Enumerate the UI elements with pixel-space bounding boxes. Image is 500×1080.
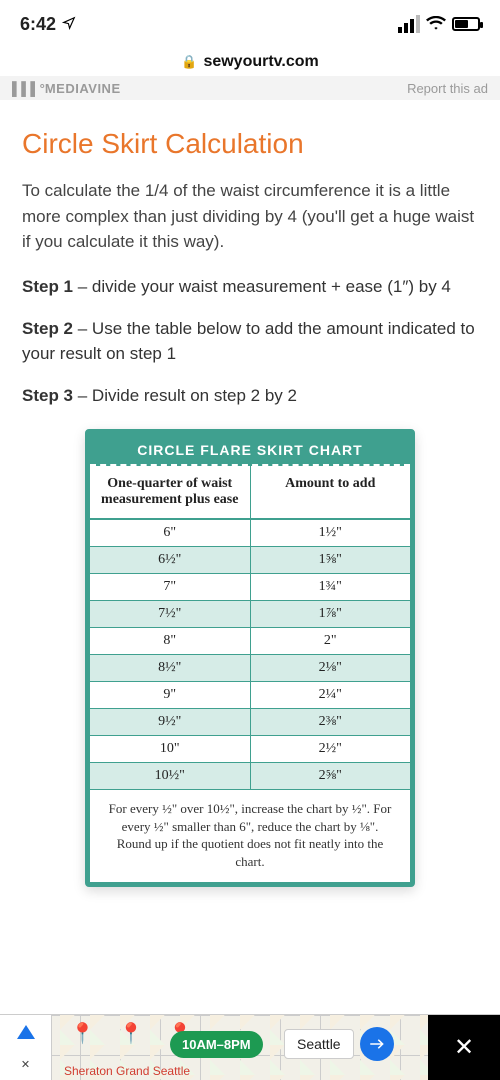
- cell-add: 2": [251, 628, 411, 655]
- cell-add: 1½": [251, 520, 411, 547]
- ad-close-icon[interactable]: ✕: [21, 1058, 30, 1071]
- page-domain: sewyourtv.com: [203, 53, 318, 71]
- table-row: 7"1¾": [90, 574, 410, 601]
- map-pin-icon: 📍: [70, 1021, 95, 1046]
- table-row: 10"2½": [90, 736, 410, 763]
- ad-left-strip: ✕: [0, 1015, 52, 1080]
- status-time: 6:42: [20, 14, 56, 35]
- table-row: 6"1½": [90, 520, 410, 547]
- table-row: 9"2¼": [90, 682, 410, 709]
- cell-add: 2⅛": [251, 655, 411, 682]
- cell-add: 1⅞": [251, 601, 411, 628]
- chart-footnote: For every ½" over 10½", increase the cha…: [90, 790, 410, 882]
- chart-header-row: One-quarter of waist measurement plus ea…: [90, 466, 410, 520]
- table-row: 8"2": [90, 628, 410, 655]
- cell-measure: 10": [90, 736, 251, 763]
- ad-map-area[interactable]: ✕ 📍 📍 📍 10AM–8PM Seattle Sheraton Grand …: [0, 1015, 428, 1080]
- cell-measure: 9½": [90, 709, 251, 736]
- table-row: 10½"2⅝": [90, 763, 410, 790]
- step-1: Step 1 – divide your waist measurement +…: [22, 275, 478, 300]
- cell-add: 2¼": [251, 682, 411, 709]
- cell-measure: 6½": [90, 547, 251, 574]
- city-chip[interactable]: Seattle: [284, 1029, 354, 1059]
- cell-measure: 10½": [90, 763, 251, 790]
- battery-icon: [452, 17, 480, 31]
- status-bar: 6:42: [0, 0, 500, 48]
- cell-measure: 8": [90, 628, 251, 655]
- lock-icon: 🔒: [181, 54, 197, 70]
- cell-measure: 6": [90, 520, 251, 547]
- cell-add: 2⅝": [251, 763, 411, 790]
- cell-add: 2⅜": [251, 709, 411, 736]
- browser-address-bar[interactable]: 🔒 sewyourtv.com: [0, 48, 500, 76]
- cell-add: 1¾": [251, 574, 411, 601]
- step-2: Step 2 – Use the table below to add the …: [22, 317, 478, 366]
- location-services-icon: [62, 14, 76, 35]
- table-row: 6½"1⅝": [90, 547, 410, 574]
- chart-col2-header: Amount to add: [251, 466, 411, 520]
- directions-button[interactable]: [360, 1027, 394, 1061]
- report-ad-link[interactable]: Report this ad: [407, 81, 488, 96]
- table-row: 8½"2⅛": [90, 655, 410, 682]
- hours-pill[interactable]: 10AM–8PM: [170, 1031, 263, 1058]
- wifi-icon: [426, 14, 446, 35]
- map-pin-icon: 📍: [119, 1021, 144, 1046]
- cell-measure: 8½": [90, 655, 251, 682]
- cell-measure: 9": [90, 682, 251, 709]
- cell-measure: 7": [90, 574, 251, 601]
- cell-add: 2½": [251, 736, 411, 763]
- ad-network-logo: ▌▌▌°MEDIAVINE: [12, 81, 121, 96]
- cell-add: 1⅝": [251, 547, 411, 574]
- cell-measure: 7½": [90, 601, 251, 628]
- chart-title: CIRCLE FLARE SKIRT CHART: [90, 434, 410, 466]
- table-row: 7½"1⅞": [90, 601, 410, 628]
- table-row: 9½"2⅜": [90, 709, 410, 736]
- intro-paragraph: To calculate the 1/4 of the waist circum…: [22, 178, 478, 255]
- close-ad-button[interactable]: ✕: [428, 1015, 500, 1080]
- chart-col1-header: One-quarter of waist measurement plus ea…: [90, 466, 251, 520]
- ad-caption: Sheraton Grand Seattle: [64, 1064, 190, 1078]
- article-content: Circle Skirt Calculation To calculate th…: [0, 100, 500, 887]
- play-icon[interactable]: [17, 1025, 35, 1039]
- step-3: Step 3 – Divide result on step 2 by 2: [22, 384, 478, 409]
- cellular-signal-icon: [398, 15, 420, 33]
- flare-skirt-chart: CIRCLE FLARE SKIRT CHART One-quarter of …: [85, 429, 415, 887]
- ad-network-bar: ▌▌▌°MEDIAVINE Report this ad: [0, 76, 500, 100]
- chart-body: 6"1½"6½"1⅝"7"1¾"7½"1⅞"8"2"8½"2⅛"9"2¼"9½"…: [90, 520, 410, 790]
- bottom-banner-ad[interactable]: ✕ 📍 📍 📍 10AM–8PM Seattle Sheraton Grand …: [0, 1014, 500, 1080]
- page-title: Circle Skirt Calculation: [22, 128, 478, 160]
